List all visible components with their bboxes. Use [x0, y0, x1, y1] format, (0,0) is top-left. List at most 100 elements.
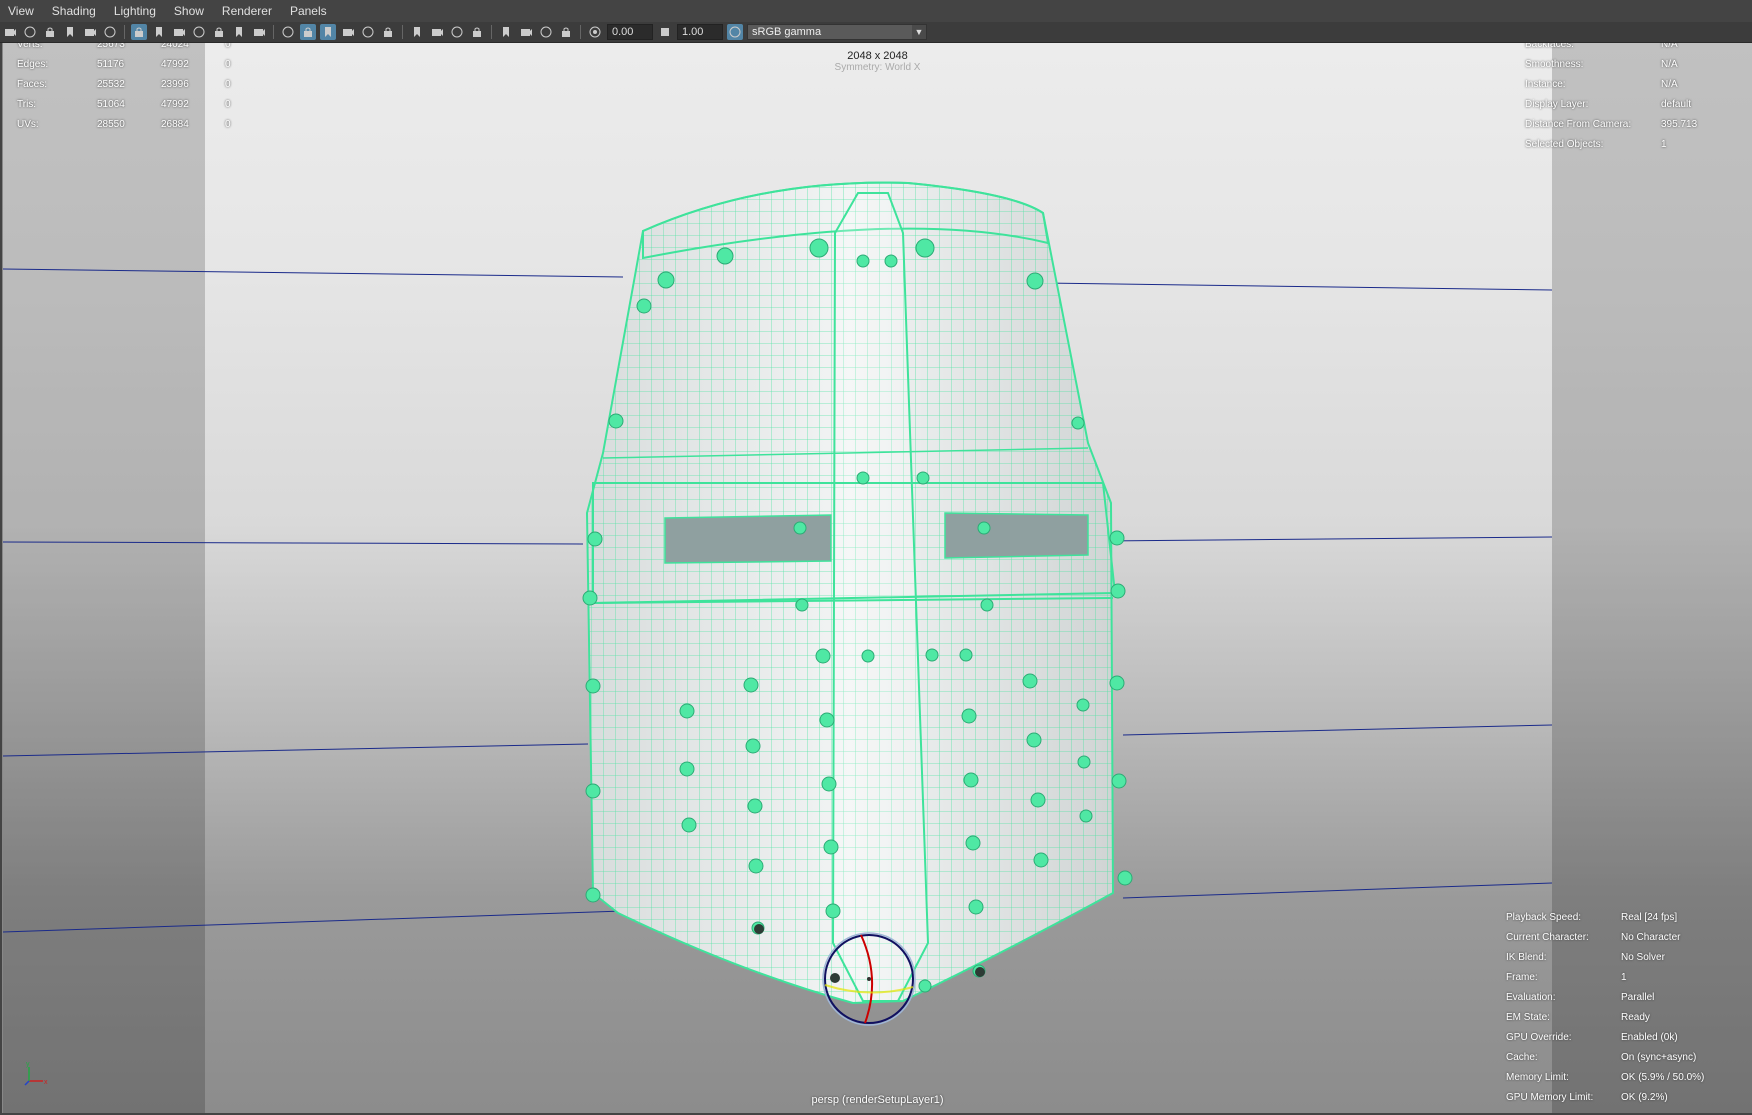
info-row: Cache: On (sync+async): [1506, 1048, 1704, 1068]
safe-title-icon[interactable]: [251, 24, 267, 40]
stat-value: 25532: [97, 79, 125, 90]
lock-camera-icon[interactable]: [42, 24, 58, 40]
scene-info-hud: Playback Speed: Real [24 fps] Current Char…: [1506, 908, 1704, 1108]
info-value: Ready: [1621, 1012, 1650, 1023]
info-value: 1: [1621, 972, 1627, 983]
stat-value: 0: [225, 43, 231, 50]
viewport-3d[interactable]: 2048 x 2048 Symmetry: World X Verts: 2567…: [2, 43, 1752, 1113]
info-row: GPU Override: Enabled (0k): [1506, 1028, 1704, 1048]
use-all-lights-icon[interactable]: [360, 24, 376, 40]
menu-bar: View Shading Lighting Show Renderer Panels: [0, 0, 1752, 22]
camera-label: persp (renderSetupLayer1): [811, 1094, 944, 1106]
stat-row: Verts: 25673 24024 0: [17, 43, 265, 55]
xray-joints-icon[interactable]: [558, 24, 574, 40]
info-row: Current Character: No Character: [1506, 928, 1704, 948]
stat-label: Tris:: [17, 99, 37, 110]
stat-value: 28550: [97, 119, 125, 130]
object-details-hud: Backfaces: N/A Smoothness: N/A Instance: N/A D…: [1525, 43, 1697, 155]
wireframe-on-shaded-icon[interactable]: [320, 24, 336, 40]
detail-value: 395.713: [1661, 119, 1698, 130]
image-plane-icon[interactable]: [82, 24, 98, 40]
toolbar-separator: [402, 25, 403, 39]
stat-value: 26884: [161, 119, 189, 130]
depth-of-field-icon[interactable]: [469, 24, 485, 40]
stat-value: 51064: [97, 99, 125, 110]
info-row: Evaluation: Parallel: [1506, 988, 1704, 1008]
menu-shading[interactable]: Shading: [44, 4, 106, 18]
panel-toolbar: 0.00 1.00 sRGB gamma ▼: [0, 22, 1752, 43]
menu-view[interactable]: View: [0, 4, 44, 18]
stat-row: UVs: 28550 26884 0: [17, 115, 265, 135]
stat-value: 24024: [161, 43, 189, 50]
menu-show[interactable]: Show: [166, 4, 214, 18]
info-value: No Character: [1621, 932, 1681, 943]
stat-row: Faces: 25532 23996 0: [17, 75, 265, 95]
stat-value: 47992: [161, 59, 189, 70]
info-value: On (sync+async): [1621, 1052, 1697, 1063]
poly-count-hud: Verts: 25673 24024 0 Edges: 51176 47992 0 Faces:…: [17, 43, 265, 135]
helmet-mesh[interactable]: [582, 181, 1133, 1005]
stat-label: Verts:: [17, 43, 43, 50]
toolbar-separator: [580, 25, 581, 39]
info-value: Enabled (0k): [1621, 1032, 1678, 1043]
info-row: IK Blend: No Solver: [1506, 948, 1704, 968]
stat-value: 47992: [161, 99, 189, 110]
info-label: Evaluation:: [1506, 992, 1556, 1003]
color-space-value: sRGB gamma: [752, 26, 822, 38]
gamma-icon[interactable]: [657, 24, 673, 40]
color-management-icon[interactable]: [727, 24, 743, 40]
resolution-gate-icon[interactable]: [171, 24, 187, 40]
camera-icon[interactable]: [2, 24, 18, 40]
wireframe-icon[interactable]: [280, 24, 296, 40]
menu-lighting[interactable]: Lighting: [106, 4, 166, 18]
xray-icon[interactable]: [518, 24, 534, 40]
xray-active-components-icon[interactable]: [538, 24, 554, 40]
resolution-label: 2048 x 2048: [847, 50, 908, 62]
stat-label: Edges:: [17, 59, 49, 70]
motion-blur-icon[interactable]: [429, 24, 445, 40]
grid-icon[interactable]: [131, 24, 147, 40]
shadows-icon[interactable]: [380, 24, 396, 40]
detail-label: Backfaces:: [1525, 43, 1574, 50]
field-chart-icon[interactable]: [211, 24, 227, 40]
exposure-icon[interactable]: [587, 24, 603, 40]
gate-mask-icon[interactable]: [191, 24, 207, 40]
menu-panels[interactable]: Panels: [282, 4, 337, 18]
safe-action-icon[interactable]: [231, 24, 247, 40]
info-label: EM State:: [1506, 1012, 1550, 1023]
color-space-dropdown[interactable]: sRGB gamma ▼: [747, 24, 927, 40]
info-value: No Solver: [1621, 952, 1665, 963]
screen-space-ao-icon[interactable]: [409, 24, 425, 40]
select-camera-icon[interactable]: [22, 24, 38, 40]
grease-pencil-icon[interactable]: [102, 24, 118, 40]
view-axis-icon: x y: [24, 1061, 48, 1086]
info-row: Memory Limit: OK (5.9% / 50.0%): [1506, 1068, 1704, 1088]
info-row: Frame: 1: [1506, 968, 1704, 988]
detail-value: N/A: [1661, 79, 1678, 90]
textured-icon[interactable]: [340, 24, 356, 40]
eye-slit-left: [664, 514, 832, 564]
exposure-field[interactable]: 0.00: [607, 24, 653, 40]
svg-text:x: x: [44, 1079, 48, 1086]
detail-label: Selected Objects:: [1525, 139, 1604, 150]
stat-value: 23996: [161, 79, 189, 90]
toolbar-separator: [273, 25, 274, 39]
film-gate-icon[interactable]: [151, 24, 167, 40]
gamma-field[interactable]: 1.00: [677, 24, 723, 40]
stat-row: Edges: 51176 47992 0: [17, 55, 265, 75]
eye-slit-right: [944, 512, 1089, 559]
anti-aliasing-icon[interactable]: [449, 24, 465, 40]
info-label: GPU Override:: [1506, 1032, 1572, 1043]
info-label: Memory Limit:: [1506, 1072, 1569, 1083]
menu-renderer[interactable]: Renderer: [214, 4, 282, 18]
detail-label: Display Layer:: [1525, 99, 1589, 110]
toolbar-separator: [491, 25, 492, 39]
isolate-select-icon[interactable]: [498, 24, 514, 40]
smooth-shade-icon[interactable]: [300, 24, 316, 40]
info-label: Playback Speed:: [1506, 912, 1582, 923]
detail-value: N/A: [1661, 59, 1678, 70]
stat-value: 0: [225, 119, 231, 130]
scene-canvas[interactable]: [3, 43, 1752, 1113]
info-label: Frame:: [1506, 972, 1538, 983]
bookmark-icon[interactable]: [62, 24, 78, 40]
